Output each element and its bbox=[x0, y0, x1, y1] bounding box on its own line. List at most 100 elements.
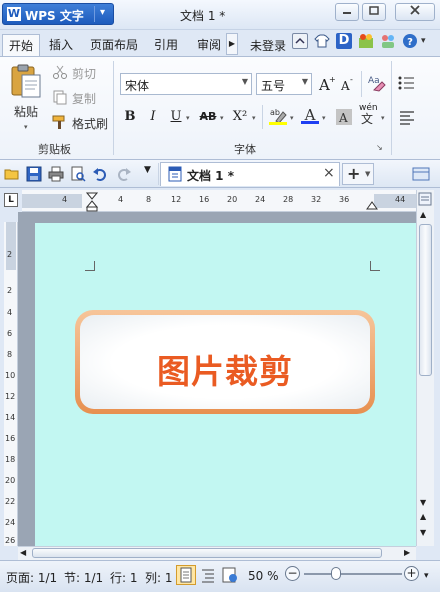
zoom-out-button[interactable]: − bbox=[285, 566, 300, 581]
phonetic-char: 文 bbox=[361, 112, 374, 126]
tab-references[interactable]: 引用 bbox=[148, 34, 184, 56]
web-view-icon[interactable] bbox=[221, 566, 239, 587]
horizontal-ruler[interactable]: 4 4 8 12 16 20 24 28 32 36 44 bbox=[22, 190, 416, 212]
paste-dropdown-icon[interactable]: ▾ bbox=[24, 123, 28, 131]
restore-button[interactable] bbox=[362, 3, 386, 21]
previous-page-icon[interactable]: ▲ bbox=[420, 512, 426, 521]
app-menu-button[interactable]: W WPS 文字 ▾ bbox=[2, 3, 114, 25]
close-button[interactable] bbox=[395, 3, 435, 21]
tab-home[interactable]: 开始 bbox=[2, 34, 41, 56]
copy-icon[interactable] bbox=[52, 89, 68, 105]
help-icon[interactable]: ? bbox=[402, 33, 418, 49]
superscript-button[interactable]: X² bbox=[230, 107, 250, 127]
undo-icon[interactable] bbox=[92, 166, 108, 182]
zoom-slider-track[interactable] bbox=[304, 573, 402, 575]
paste-label[interactable]: 粘贴 bbox=[14, 103, 38, 120]
page-indicator[interactable]: 页面: 1/1 bbox=[6, 569, 57, 586]
cut-label[interactable]: 剪切 bbox=[72, 65, 96, 82]
minimize-button[interactable] bbox=[335, 3, 359, 21]
save-icon[interactable] bbox=[26, 166, 42, 182]
italic-button[interactable]: I bbox=[143, 107, 163, 127]
zoom-level[interactable]: 50 % bbox=[248, 569, 279, 583]
docer-d-icon[interactable]: D bbox=[336, 33, 352, 49]
vertical-scroll-thumb[interactable] bbox=[419, 224, 432, 376]
close-document-tab-icon[interactable]: × bbox=[323, 165, 335, 181]
tab-insert[interactable]: 插入 bbox=[43, 34, 79, 56]
next-page-icon[interactable]: ▼ bbox=[420, 528, 426, 537]
superscript-dropdown-icon[interactable]: ▾ bbox=[252, 114, 256, 122]
font-color-dropdown-icon[interactable]: ▾ bbox=[322, 114, 326, 122]
zoom-slider-thumb[interactable] bbox=[331, 567, 342, 580]
outline-view-icon[interactable] bbox=[199, 566, 217, 587]
copy-label[interactable]: 复制 bbox=[72, 90, 96, 107]
zoom-dropdown-icon[interactable]: ▾ bbox=[424, 571, 429, 581]
paste-icon[interactable] bbox=[8, 63, 44, 99]
customize-quick-access-icon[interactable]: ▼ bbox=[144, 165, 151, 175]
template-gallery-icon[interactable] bbox=[358, 33, 374, 49]
clear-format-icon[interactable]: Aa bbox=[366, 72, 386, 92]
new-document-button[interactable]: + ▼ bbox=[342, 163, 374, 185]
indent-marker-icon[interactable] bbox=[86, 192, 98, 212]
svg-text:+: + bbox=[329, 75, 336, 84]
tab-stop-selector[interactable]: L bbox=[4, 193, 18, 207]
highlight-dropdown-icon[interactable]: ▾ bbox=[290, 114, 294, 122]
font-color-icon[interactable]: A bbox=[300, 105, 320, 125]
login-link[interactable]: 未登录 bbox=[250, 37, 286, 54]
page-view-icon bbox=[180, 567, 192, 583]
page-view-button[interactable] bbox=[176, 565, 196, 585]
grow-font-icon[interactable]: A + bbox=[316, 74, 336, 94]
format-painter-label[interactable]: 格式刷 bbox=[72, 115, 108, 132]
tab-list-icon[interactable] bbox=[412, 166, 430, 182]
right-indent-marker-icon[interactable] bbox=[366, 198, 378, 210]
horizontal-scrollbar[interactable]: ◀ ▶ bbox=[18, 546, 416, 560]
redo-icon[interactable] bbox=[116, 166, 132, 182]
strikethrough-dropdown-icon[interactable]: ▾ bbox=[220, 114, 224, 122]
scroll-right-icon[interactable]: ▶ bbox=[404, 548, 410, 557]
community-people-icon[interactable] bbox=[380, 33, 396, 49]
font-size-select[interactable]: 五号 ▼ bbox=[256, 73, 312, 95]
skin-shirt-icon[interactable] bbox=[314, 33, 330, 49]
highlight-icon[interactable]: ab bbox=[268, 106, 288, 126]
underline-dropdown-icon[interactable]: ▾ bbox=[186, 114, 190, 122]
tab-page-layout[interactable]: 页面布局 bbox=[84, 34, 144, 56]
underline-button[interactable]: U bbox=[166, 107, 186, 127]
section-indicator[interactable]: 节: 1/1 bbox=[64, 569, 103, 586]
ruler-toggle-icon[interactable] bbox=[418, 192, 432, 206]
vertical-scrollbar[interactable]: ▲ ▼ ▲ ▼ bbox=[416, 190, 434, 546]
document-tab[interactable]: 文档 1 * × bbox=[160, 162, 340, 186]
ruler-tick: 10 bbox=[5, 371, 16, 380]
open-folder-icon[interactable] bbox=[4, 166, 20, 182]
column-indicator[interactable]: 列: 1 bbox=[145, 569, 173, 586]
bullet-list-icon[interactable] bbox=[397, 73, 417, 93]
tab-scroll-right-icon[interactable]: ▶ bbox=[226, 33, 238, 55]
scroll-left-icon[interactable]: ◀ bbox=[20, 548, 26, 557]
cut-scissors-icon[interactable] bbox=[52, 64, 68, 80]
svg-text:-: - bbox=[350, 75, 353, 84]
font-name-select[interactable]: 宋体 ▼ bbox=[120, 73, 252, 95]
font-dialog-launcher-icon[interactable]: ↘ bbox=[376, 143, 383, 152]
format-painter-icon[interactable] bbox=[52, 114, 68, 130]
shrink-font-icon[interactable]: A- bbox=[338, 74, 358, 94]
horizontal-scroll-thumb[interactable] bbox=[32, 548, 382, 558]
zoom-in-button[interactable]: + bbox=[404, 566, 419, 581]
image-badge[interactable]: 图片裁剪 bbox=[75, 310, 375, 414]
ribbon-separator bbox=[262, 105, 263, 129]
collapse-ribbon-icon[interactable] bbox=[292, 33, 308, 49]
svg-text:ab: ab bbox=[270, 108, 280, 117]
scroll-up-icon[interactable]: ▲ bbox=[420, 210, 426, 219]
phonetic-guide-icon[interactable]: wén 文 bbox=[357, 103, 381, 126]
align-left-icon[interactable] bbox=[397, 107, 417, 127]
row-indicator[interactable]: 行: 1 bbox=[110, 569, 138, 586]
scroll-down-icon[interactable]: ▼ bbox=[420, 498, 426, 507]
app-menu-dropdown-icon[interactable]: ▾ bbox=[100, 7, 105, 18]
bold-button[interactable]: B bbox=[120, 107, 140, 127]
tab-review[interactable]: 审阅 bbox=[191, 34, 227, 56]
print-icon[interactable] bbox=[48, 166, 64, 182]
print-preview-icon[interactable] bbox=[70, 166, 86, 182]
strikethrough-button[interactable]: AB bbox=[196, 107, 220, 127]
help-dropdown-icon[interactable]: ▾ bbox=[421, 36, 426, 46]
badge-inner-panel: 图片裁剪 bbox=[80, 315, 370, 409]
phonetic-dropdown-icon[interactable]: ▾ bbox=[381, 114, 385, 122]
vertical-ruler[interactable]: 2 2 4 6 8 10 12 14 16 18 20 22 24 26 bbox=[4, 222, 18, 546]
char-shading-icon[interactable]: A bbox=[334, 107, 354, 127]
